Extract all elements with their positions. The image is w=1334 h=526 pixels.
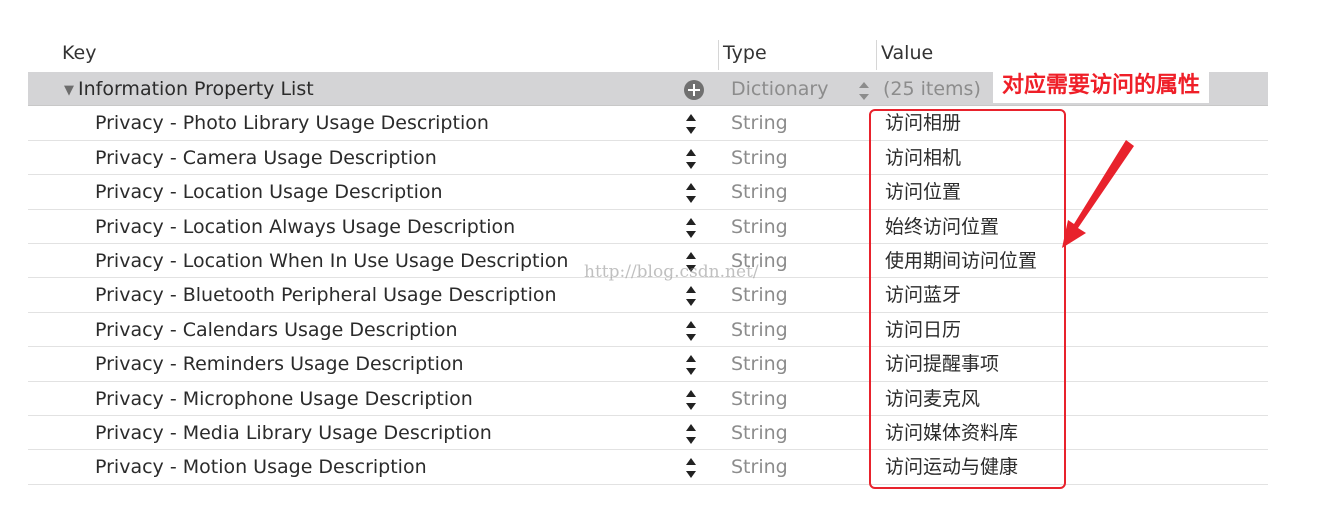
stepper-arrows-icon[interactable] bbox=[683, 320, 699, 342]
stepper-arrows-icon[interactable] bbox=[683, 285, 699, 307]
column-header-key[interactable]: Key bbox=[62, 34, 96, 72]
root-type-cell[interactable]: Dictionary bbox=[731, 72, 828, 106]
key-cell[interactable]: Privacy - Location Usage Description bbox=[95, 175, 443, 209]
watermark: http://blog.csdn.net/ bbox=[584, 262, 759, 282]
column-divider[interactable] bbox=[718, 40, 719, 70]
plist-row[interactable]: Privacy - Media Library Usage Descriptio… bbox=[28, 416, 1268, 451]
type-cell[interactable]: String bbox=[731, 210, 788, 244]
key-cell[interactable]: Privacy - Calendars Usage Description bbox=[95, 313, 458, 347]
key-cell[interactable]: Privacy - Media Library Usage Descriptio… bbox=[95, 416, 492, 450]
stepper-arrows-icon[interactable] bbox=[683, 389, 699, 411]
plist-row[interactable]: Privacy - Calendars Usage Description St… bbox=[28, 313, 1268, 348]
key-cell[interactable]: Privacy - Camera Usage Description bbox=[95, 141, 437, 175]
type-cell[interactable]: String bbox=[731, 313, 788, 347]
root-key-label: Information Property List bbox=[78, 78, 314, 100]
stepper-arrows-icon[interactable] bbox=[683, 423, 699, 445]
column-header-type[interactable]: Type bbox=[723, 34, 767, 72]
key-cell[interactable]: Privacy - Location Always Usage Descript… bbox=[95, 210, 515, 244]
type-cell[interactable]: String bbox=[731, 106, 788, 140]
highlight-box bbox=[869, 109, 1066, 489]
type-cell[interactable]: String bbox=[731, 175, 788, 209]
column-header: Key Type Value bbox=[28, 34, 1268, 72]
key-cell[interactable]: Privacy - Microphone Usage Description bbox=[95, 382, 473, 416]
key-cell[interactable]: Privacy - Motion Usage Description bbox=[95, 450, 427, 484]
stepper-arrows-icon[interactable] bbox=[683, 148, 699, 170]
stepper-arrows-icon[interactable] bbox=[683, 113, 699, 135]
type-popup-arrows-icon[interactable] bbox=[858, 82, 870, 100]
red-arrow-icon bbox=[1062, 140, 1134, 248]
column-divider[interactable] bbox=[876, 40, 877, 70]
add-item-icon[interactable] bbox=[684, 80, 704, 100]
plist-row[interactable]: Privacy - Bluetooth Peripheral Usage Des… bbox=[28, 278, 1268, 313]
plist-row[interactable]: Privacy - Reminders Usage Description St… bbox=[28, 347, 1268, 382]
root-value-cell: (25 items) bbox=[883, 78, 981, 100]
key-cell[interactable]: Privacy - Location When In Use Usage Des… bbox=[95, 244, 568, 278]
plist-row[interactable]: Privacy - Motion Usage Description Strin… bbox=[28, 450, 1268, 485]
disclosure-triangle-icon[interactable]: ▼ bbox=[64, 74, 74, 108]
type-cell[interactable]: String bbox=[731, 382, 788, 416]
root-key-cell[interactable]: ▼ Information Property List bbox=[64, 72, 314, 106]
type-cell[interactable]: String bbox=[731, 450, 788, 484]
type-cell[interactable]: String bbox=[731, 278, 788, 312]
stepper-arrows-icon[interactable] bbox=[683, 457, 699, 479]
stepper-arrows-icon[interactable] bbox=[683, 354, 699, 376]
annotation-callout: 对应需要访问的属性 bbox=[993, 69, 1210, 103]
key-cell[interactable]: Privacy - Reminders Usage Description bbox=[95, 347, 464, 381]
plist-row[interactable]: Privacy - Microphone Usage Description S… bbox=[28, 382, 1268, 416]
type-cell[interactable]: String bbox=[731, 141, 788, 175]
stepper-arrows-icon[interactable] bbox=[683, 217, 699, 239]
key-cell[interactable]: Privacy - Photo Library Usage Descriptio… bbox=[95, 106, 489, 140]
type-cell[interactable]: String bbox=[731, 347, 788, 381]
stepper-arrows-icon[interactable] bbox=[683, 182, 699, 204]
type-cell[interactable]: String bbox=[731, 416, 788, 450]
key-cell[interactable]: Privacy - Bluetooth Peripheral Usage Des… bbox=[95, 278, 557, 312]
column-header-value[interactable]: Value bbox=[881, 34, 933, 72]
